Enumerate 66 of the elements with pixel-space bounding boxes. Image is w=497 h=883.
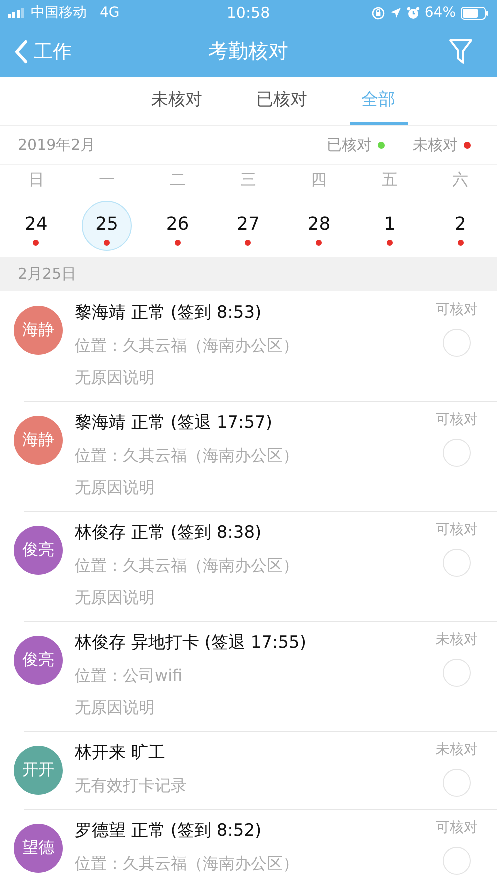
check-status: 可核对 bbox=[436, 301, 478, 319]
carrier-label: 中国移动 bbox=[31, 4, 87, 22]
check-circle[interactable] bbox=[443, 549, 471, 577]
check-status: 可核对 bbox=[436, 819, 478, 837]
clock-time: 10:58 bbox=[226, 4, 270, 22]
battery-icon bbox=[461, 6, 489, 20]
record-detail: 无原因说明 bbox=[75, 367, 156, 389]
record-title: 林开来 旷工 bbox=[75, 742, 166, 765]
tab[interactable]: 已核对 bbox=[244, 77, 320, 125]
check-status: 可核对 bbox=[436, 521, 478, 539]
record-detail: 无原因说明 bbox=[75, 697, 156, 719]
calendar-day[interactable]: 24 bbox=[11, 201, 62, 251]
avatar: 俊亮 bbox=[14, 636, 63, 685]
date-header: 2月25日 bbox=[18, 264, 77, 284]
signal-icon bbox=[8, 8, 26, 18]
check-circle[interactable] bbox=[443, 659, 471, 687]
weekday-label: 二 bbox=[170, 170, 186, 190]
calendar-day[interactable]: 1 bbox=[364, 201, 415, 251]
weekday-label: 日 bbox=[28, 170, 44, 190]
avatar: 俊亮 bbox=[14, 526, 63, 575]
location-icon bbox=[390, 7, 402, 19]
record-title: 罗德望 正常 (签到 8:52) bbox=[75, 820, 263, 843]
calendar-day[interactable]: 28 bbox=[294, 201, 344, 251]
weekday-label: 三 bbox=[240, 170, 256, 190]
rotation-lock-icon bbox=[372, 6, 385, 20]
avatar: 望德 bbox=[14, 824, 63, 873]
record-detail: 无有效打卡记录 bbox=[75, 775, 188, 797]
avatar: 海静 bbox=[14, 416, 63, 465]
record-title: 林俊存 异地打卡 (签退 17:55) bbox=[75, 632, 308, 655]
calendar-day[interactable]: 25 bbox=[82, 201, 132, 251]
record-detail: 位置：久其云福（海南办公区） bbox=[75, 853, 300, 875]
record-title: 黎海靖 正常 (签到 8:53) bbox=[75, 302, 263, 325]
check-circle[interactable] bbox=[443, 769, 471, 797]
calendar-day[interactable]: 2 bbox=[436, 201, 486, 251]
check-circle[interactable] bbox=[443, 329, 471, 357]
check-status: 未核对 bbox=[436, 631, 478, 649]
record-detail: 位置：久其云福（海南办公区） bbox=[75, 335, 300, 357]
weekday-label: 四 bbox=[311, 170, 328, 190]
check-circle[interactable] bbox=[443, 847, 471, 875]
tab[interactable]: 未核对 bbox=[140, 77, 214, 125]
record-detail: 无原因说明 bbox=[75, 477, 156, 499]
check-circle[interactable] bbox=[443, 439, 471, 467]
weekday-label: 六 bbox=[452, 170, 469, 190]
record-detail: 位置：久其云福（海南办公区） bbox=[75, 555, 300, 577]
record-title: 林俊存 正常 (签到 8:38) bbox=[75, 522, 263, 545]
check-status: 未核对 bbox=[436, 741, 478, 759]
weekday-label: 五 bbox=[382, 170, 398, 190]
record-title: 黎海靖 正常 (签退 17:57) bbox=[75, 412, 274, 435]
weekday-label: 一 bbox=[99, 170, 116, 190]
page-title: 考勤核对 bbox=[208, 38, 288, 65]
record-detail: 无原因说明 bbox=[75, 587, 156, 609]
avatar: 开开 bbox=[14, 746, 63, 795]
chevron-left-icon bbox=[14, 40, 28, 64]
alarm-icon bbox=[406, 6, 420, 20]
record-detail: 位置：公司wifi bbox=[75, 665, 184, 687]
month-label: 2019年2月 bbox=[18, 136, 96, 154]
calendar-day[interactable]: 27 bbox=[223, 201, 274, 251]
record-detail: 位置：久其云福（海南办公区） bbox=[75, 445, 300, 467]
legend-label: 已核对 bbox=[327, 136, 372, 154]
network-label: 4G bbox=[100, 5, 120, 21]
avatar: 海静 bbox=[14, 306, 63, 355]
legend-label: 未核对 bbox=[413, 136, 458, 154]
check-status: 可核对 bbox=[436, 411, 478, 429]
battery-percent: 64% bbox=[424, 5, 456, 21]
filter-icon[interactable] bbox=[449, 38, 473, 64]
calendar-day[interactable]: 26 bbox=[152, 201, 203, 251]
